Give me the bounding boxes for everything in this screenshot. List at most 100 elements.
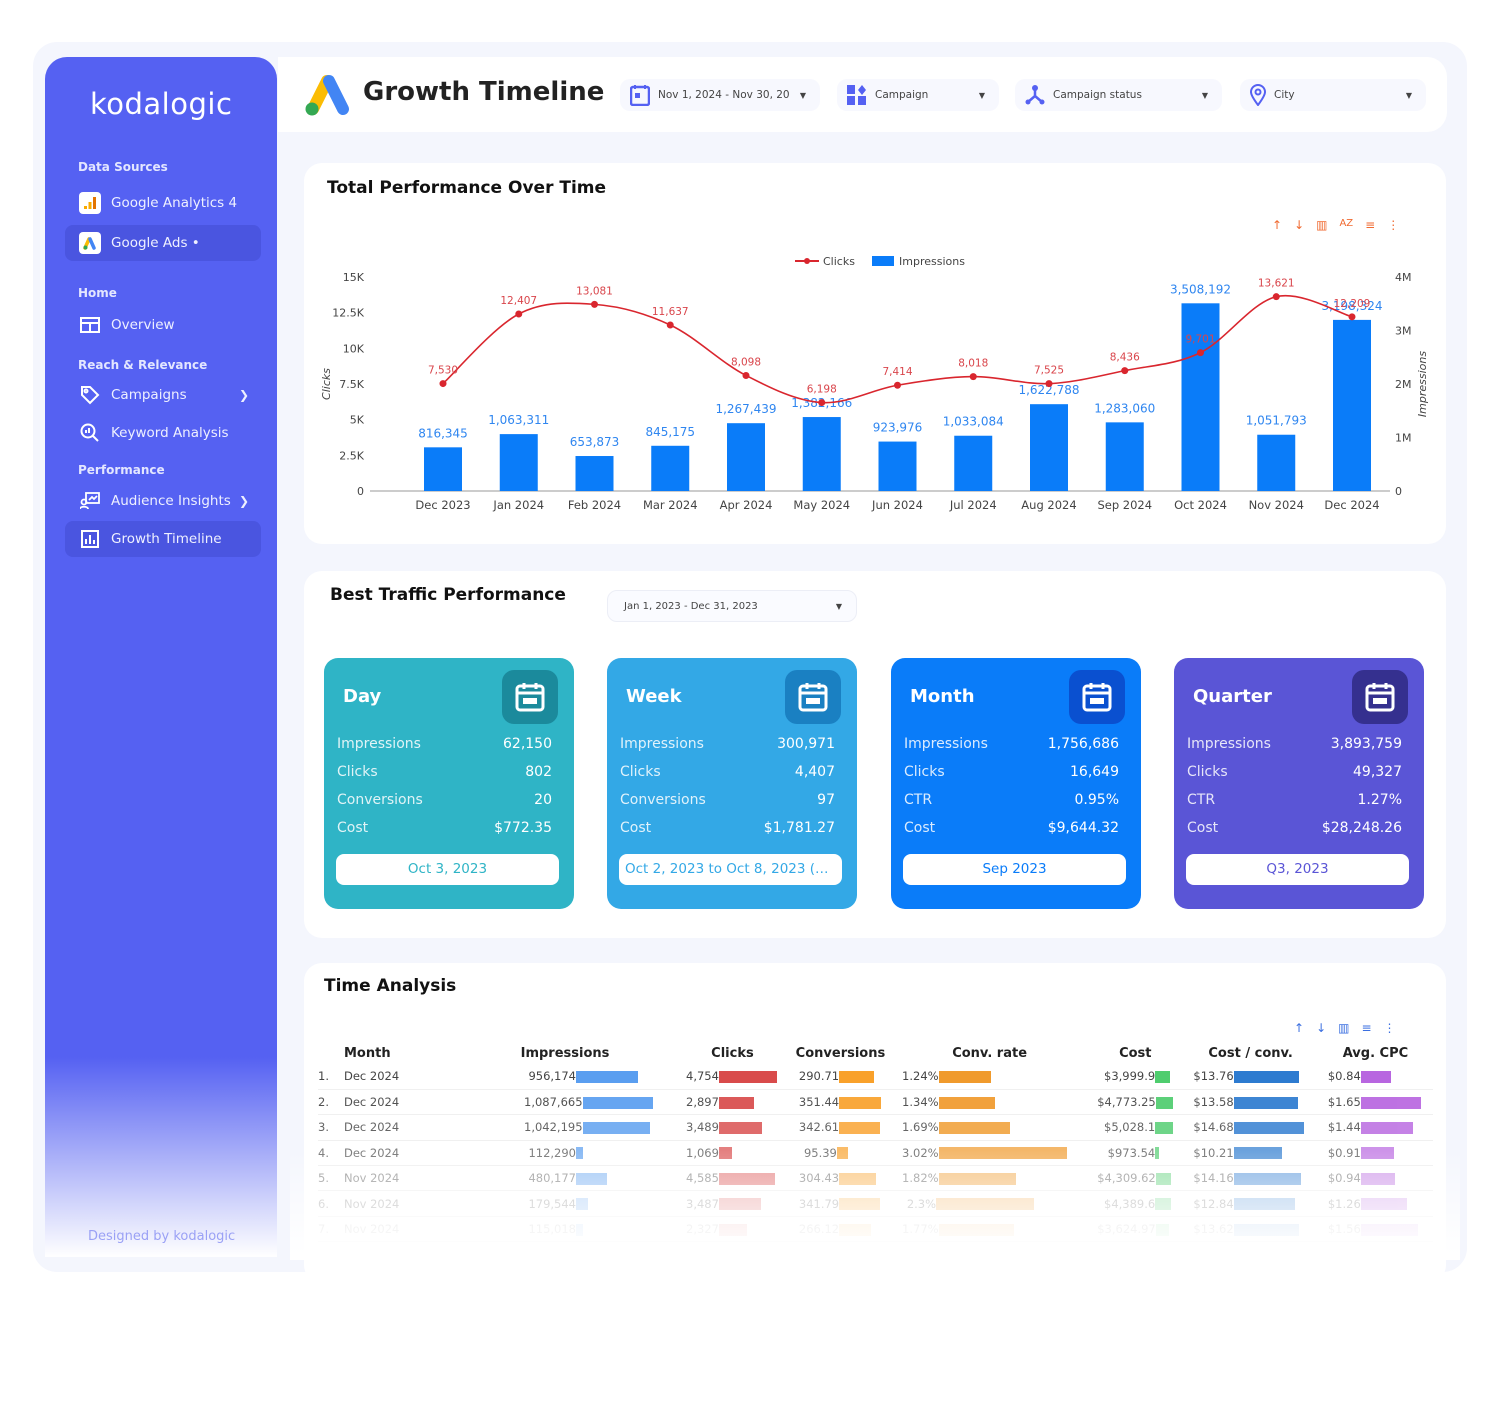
kpi-value: 1,756,686 <box>1047 736 1119 752</box>
cell-bar: 1.24% <box>892 1064 1088 1090</box>
legend-impressions-swatch <box>872 256 894 266</box>
cell-bar: $13.76 <box>1183 1064 1318 1090</box>
impressions-data-label: 1,267,439 <box>715 402 776 416</box>
impressions-bar[interactable] <box>424 447 462 491</box>
impressions-bar[interactable] <box>1333 319 1371 491</box>
impressions-bar[interactable] <box>499 434 538 491</box>
impressions-bar[interactable] <box>1181 303 1220 491</box>
kpi-period-button[interactable]: Q3, 2023 <box>1186 854 1409 885</box>
impressions-bar[interactable] <box>1030 404 1068 491</box>
row-index: 1. <box>318 1064 344 1090</box>
clicks-point[interactable] <box>1348 313 1356 321</box>
cell-bar: 351.44 <box>788 1089 893 1116</box>
cell-bar-fill <box>582 1096 653 1109</box>
kpi-value: $1,781.27 <box>763 820 835 836</box>
cell-bar: $4,773.25 <box>1087 1089 1184 1116</box>
cell-bar-fill <box>1233 1121 1304 1134</box>
col-header[interactable]: Impressions <box>454 1042 676 1064</box>
clicks-point[interactable] <box>1272 293 1280 301</box>
kpi-period-button[interactable]: Oct 2, 2023 to Oct 8, 2023 (Week 40) <box>619 854 842 885</box>
x-tick-label: Apr 2024 <box>720 498 773 512</box>
legend-impressions-label[interactable]: Impressions <box>899 255 965 268</box>
kpi-period-button[interactable]: Sep 2023 <box>903 854 1126 885</box>
clicks-point[interactable] <box>818 399 826 407</box>
kpi-row: Cost $772.35 <box>337 820 552 836</box>
col-header[interactable]: Cost <box>1087 1042 1183 1064</box>
clicks-data-label: 12,209 <box>1334 298 1371 310</box>
filter-icon[interactable]: ≡ <box>1361 1021 1371 1035</box>
cell-bar-fill <box>938 1121 1011 1134</box>
kpi-value: $772.35 <box>494 820 552 836</box>
kpi-label: Cost <box>620 820 652 836</box>
y-tick-label: 0 <box>357 485 364 498</box>
impressions-bar[interactable] <box>727 423 765 491</box>
legend-clicks-label[interactable]: Clicks <box>823 255 855 268</box>
clicks-point[interactable] <box>1197 349 1204 357</box>
row-index: 2. <box>318 1089 344 1116</box>
cell-bar-fill <box>718 1096 755 1109</box>
impressions-data-label: 923,976 <box>873 421 923 435</box>
clicks-point[interactable] <box>515 310 523 318</box>
kpi-row: Clicks 802 <box>337 764 552 780</box>
col-header[interactable]: Cost / conv. <box>1183 1042 1317 1064</box>
kpi-value: 3,893,759 <box>1330 736 1402 752</box>
cell-bar: 1,087,665 <box>454 1089 676 1116</box>
kpi-label: Clicks <box>620 764 661 780</box>
more-options-icon[interactable]: ⋮ <box>1384 1021 1396 1035</box>
cell-value: 4,754 <box>686 1069 719 1084</box>
col-header[interactable]: Month <box>344 1042 454 1064</box>
y2-tick-label: 4M <box>1395 271 1412 284</box>
clicks-point[interactable] <box>591 300 598 308</box>
cell-value: $4,773.25 <box>1097 1095 1156 1110</box>
best-date-value: Jan 1, 2023 - Dec 31, 2023 <box>624 600 758 612</box>
table-row[interactable]: 1. Dec 2024 956,174 4,754 290.71 1.24% $3,999.… <box>318 1064 1433 1090</box>
clicks-point[interactable] <box>1121 367 1129 375</box>
clicks-point[interactable] <box>969 373 977 381</box>
cell-bar: 956,174 <box>454 1064 676 1090</box>
clicks-point[interactable] <box>439 380 447 388</box>
sort-descending-icon[interactable]: ↓ <box>1316 1021 1326 1035</box>
clicks-point[interactable] <box>742 371 750 379</box>
cell-month: Dec 2024 <box>344 1114 454 1141</box>
clicks-point[interactable] <box>894 381 901 389</box>
col-header[interactable]: Conversions <box>789 1042 892 1064</box>
impressions-bar[interactable] <box>802 417 841 491</box>
best-date-filter[interactable]: Jan 1, 2023 - Dec 31, 2023 ▼ <box>607 590 857 622</box>
cell-value: $5,028.1 <box>1104 1120 1156 1135</box>
table-row[interactable]: 2. Dec 2024 1,087,665 2,897 351.44 1.34% $4,77… <box>318 1089 1433 1116</box>
impressions-data-label: 653,873 <box>570 435 620 449</box>
y-tick-label: 12.5K <box>332 307 364 320</box>
col-header[interactable]: Avg. CPC <box>1318 1042 1433 1064</box>
x-tick-label: Aug 2024 <box>1021 498 1076 512</box>
cell-bar: $1.44 <box>1317 1114 1433 1141</box>
cell-value: 1.24% <box>902 1069 939 1084</box>
impressions-bar[interactable] <box>1257 434 1296 491</box>
cell-value: $3,999.9 <box>1104 1069 1156 1084</box>
col-header[interactable]: Clicks <box>676 1042 789 1064</box>
clicks-data-label: 13,621 <box>1258 278 1295 290</box>
cell-bar: 2,897 <box>676 1089 789 1116</box>
clicks-point[interactable] <box>666 321 674 329</box>
cell-value: $1.65 <box>1327 1095 1361 1110</box>
row-index: 3. <box>318 1114 344 1141</box>
sort-ascending-icon[interactable]: ↑ <box>1294 1021 1304 1035</box>
impressions-bar[interactable] <box>575 456 614 491</box>
col-header[interactable]: Conv. rate <box>892 1042 1087 1064</box>
clicks-point[interactable] <box>1045 380 1053 388</box>
kpi-period-button[interactable]: Oct 3, 2023 <box>336 854 559 885</box>
chart-settings-icon[interactable]: ▥ <box>1338 1021 1349 1035</box>
impressions-bar[interactable] <box>878 441 917 491</box>
kpi-title: Quarter <box>1193 686 1272 707</box>
impressions-bar[interactable] <box>1105 422 1144 491</box>
impressions-bar[interactable] <box>954 435 993 491</box>
kpi-row: CTR 0.95% <box>904 792 1119 808</box>
impressions-bar[interactable] <box>651 445 690 491</box>
x-tick-label: Jun 2024 <box>871 498 923 512</box>
table-row[interactable]: 3. Dec 2024 1,042,195 3,489 342.61 1.69% $5,02… <box>318 1114 1433 1141</box>
kpi-value: 300,971 <box>777 736 835 752</box>
cell-bar-fill <box>1155 1121 1174 1134</box>
cell-bar: 1.34% <box>892 1089 1088 1116</box>
kpi-value: 20 <box>534 792 552 808</box>
clicks-data-label: 13,081 <box>576 285 613 297</box>
cell-bar-fill <box>1155 1070 1170 1083</box>
